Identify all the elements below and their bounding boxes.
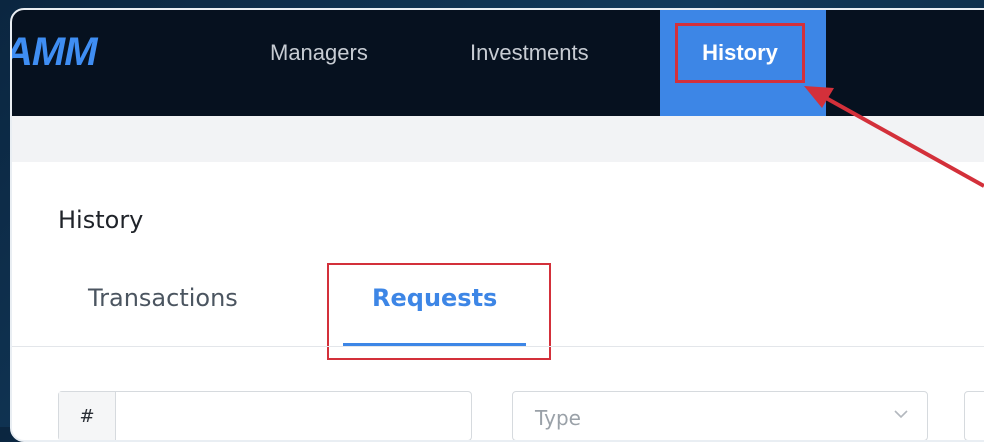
top-navigation-bar: AMM Managers Investments History (12, 10, 984, 116)
type-select[interactable]: Type (512, 391, 928, 440)
app-window: AMM Managers Investments History History… (10, 8, 984, 442)
type-select-placeholder: Type (535, 406, 581, 430)
chevron-down-icon (894, 410, 908, 419)
number-prefix: # (59, 392, 116, 440)
tab-transactions[interactable]: Transactions (88, 284, 238, 312)
extra-filter-field[interactable] (964, 391, 984, 440)
content-background (80, 116, 984, 164)
tab-divider (12, 346, 984, 347)
nav-item-investments[interactable]: Investments (470, 40, 589, 66)
page-title: History (58, 206, 144, 234)
logo: AMM (10, 30, 98, 74)
number-filter-input[interactable]: # (58, 391, 472, 440)
nav-item-history[interactable]: History (675, 23, 805, 83)
nav-item-managers[interactable]: Managers (270, 40, 368, 66)
